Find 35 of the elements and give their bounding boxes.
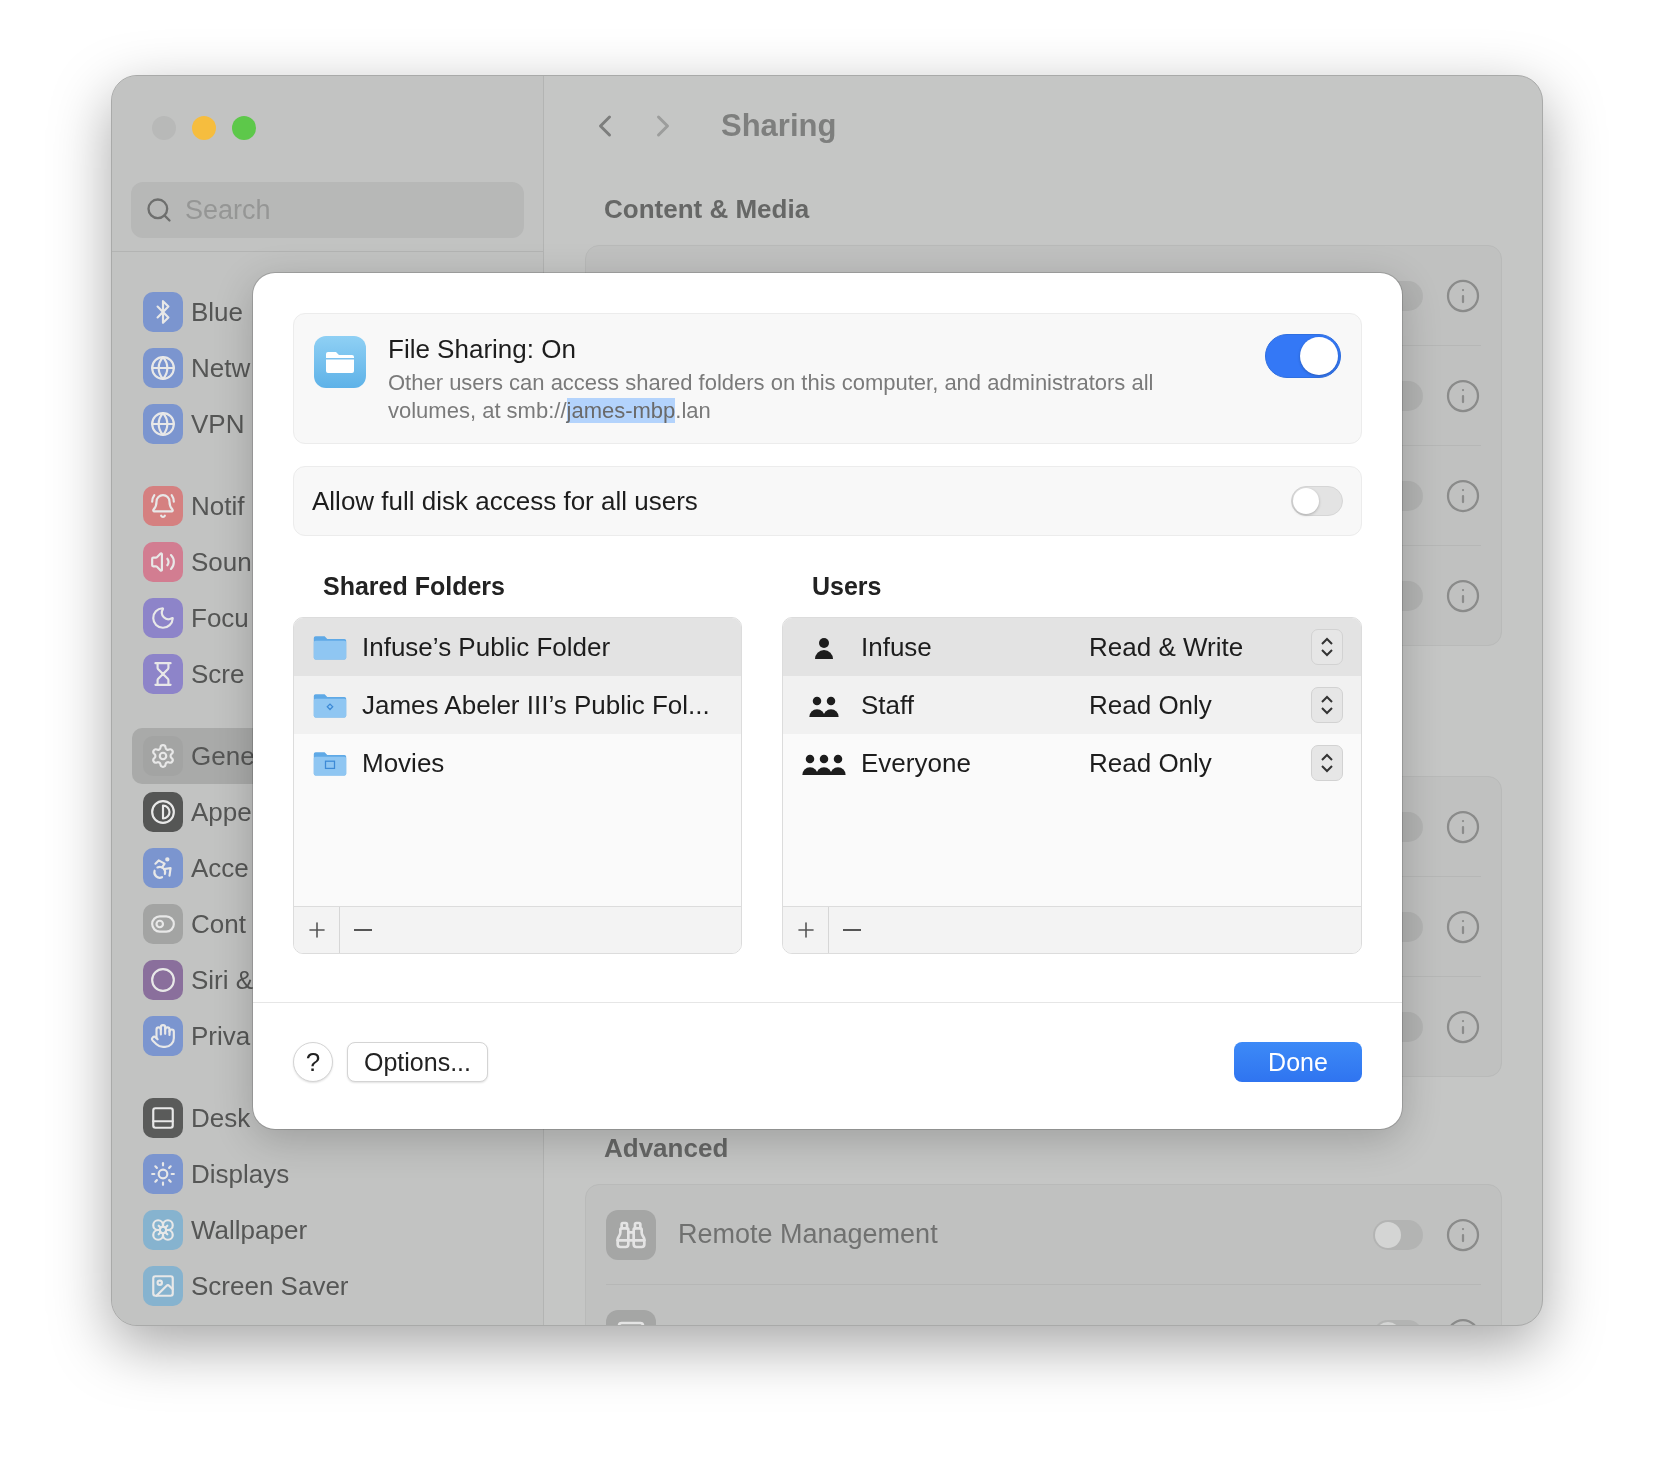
sidebar-label: Netw [191,352,251,384]
sidebar-label: Cont [191,908,246,940]
sidebar-label: VPN [191,408,245,440]
sidebar-label: Notif [191,490,245,522]
user-name: Staff [861,689,914,721]
section-title: Content & Media [604,194,811,225]
user-name: Everyone [861,747,971,779]
user-name: Infuse [861,631,932,663]
folder-name: James Abeler III’s Public Fol... [362,689,710,721]
sidebar-label: Siri & [191,964,254,996]
file-sharing-description: Other users can access shared folders on this computer, and administrators all volumes, at smb://james-mbp.lan [388,369,1155,425]
sidebar-label: Screen Saver [191,1270,349,1302]
file-sharing-title: File Sharing: On [388,334,577,365]
access-level: Read Only [1089,689,1213,721]
sidebar-label: Gene [191,740,255,772]
sidebar-label: Displays [191,1158,290,1190]
folder-name: Movies [362,747,445,779]
folder-name: Infuse’s Public Folder [362,631,611,663]
sidebar-label: Appe [191,796,252,828]
pane-title: Sharing [721,108,837,144]
access-level: Read Only [1089,747,1213,779]
sidebar-label: Acce [191,852,249,884]
sidebar-label: Blue [191,296,244,328]
setting-label: Remote Management [678,1219,939,1250]
sidebar-label: Soun [191,546,252,578]
access-level: Read & Write [1089,631,1245,663]
list-title: Shared Folders [323,572,506,601]
section-title: Advanced [604,1133,730,1164]
sidebar-label: Wallpaper [191,1214,308,1246]
sidebar-label: Scre [191,658,245,690]
sidebar-label: Priva [191,1020,251,1052]
sidebar-label: Focu [191,602,249,634]
disk-access-label: Allow full disk access for all users [312,485,699,517]
sidebar-label: Desk [191,1102,251,1134]
list-title: Users [812,572,883,601]
